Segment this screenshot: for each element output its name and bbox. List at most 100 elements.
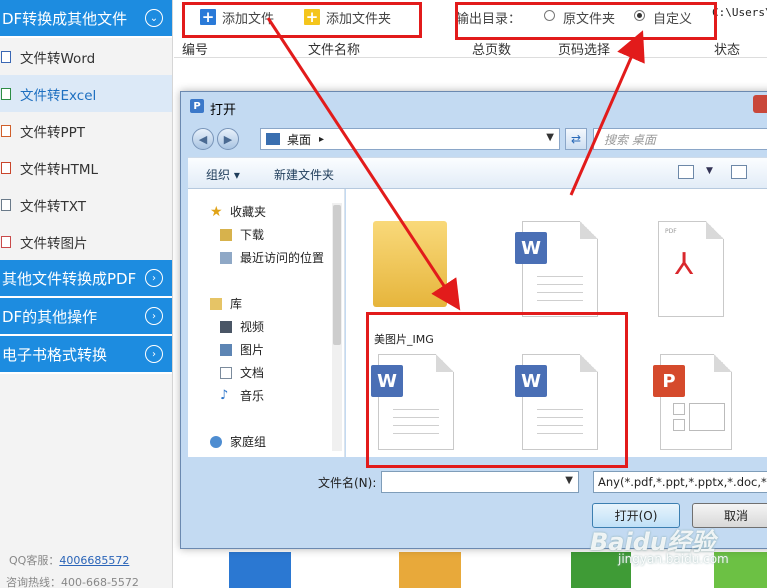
- search-input[interactable]: 搜索 桌面: [593, 128, 767, 150]
- app-icon: P: [190, 99, 204, 113]
- nav-libraries[interactable]: 库: [210, 295, 242, 312]
- homegroup-icon: [210, 435, 222, 448]
- chevron-down-icon[interactable]: ▼: [546, 132, 554, 143]
- nav-pictures[interactable]: 图片: [220, 341, 264, 358]
- add-folder-icon[interactable]: [399, 552, 461, 588]
- star-icon: ★: [210, 203, 223, 220]
- qq-label: QQ客服：: [9, 554, 60, 567]
- scrollbar-thumb[interactable]: [333, 205, 341, 345]
- chevron-down-icon: ⌄: [145, 9, 163, 27]
- nav-label: 收藏夹: [230, 205, 267, 219]
- download-folder-icon: [220, 228, 232, 241]
- nav-label: 音乐: [240, 389, 265, 403]
- filename-label: 文件名(N):: [318, 476, 377, 490]
- nav-recent[interactable]: 最近访问的位置: [220, 249, 324, 266]
- category-pdf-to-other[interactable]: DF转换成其他文件 ⌄: [0, 0, 172, 38]
- pdf-tag-icon: PDF: [665, 228, 677, 235]
- nav-label: 图片: [240, 343, 265, 357]
- nav-downloads[interactable]: 下载: [220, 226, 264, 243]
- acrobat-icon: ⅄: [675, 247, 694, 282]
- library-icon: [210, 297, 222, 310]
- ppt-badge-icon: P: [653, 365, 685, 397]
- sidebar-item-excel[interactable]: 文件转Excel: [0, 75, 172, 112]
- category-label: 其他文件转换成PDF: [2, 269, 137, 288]
- nav-music[interactable]: ♪ 音乐: [220, 387, 264, 404]
- annotation-box-output: [455, 2, 717, 40]
- close-button[interactable]: [753, 95, 767, 113]
- preview-pane-icon[interactable]: [731, 165, 747, 179]
- filename-input[interactable]: ▼: [381, 471, 579, 493]
- nav-documents[interactable]: 文档: [220, 364, 264, 381]
- column-header: 编号: [182, 43, 209, 58]
- nav-videos[interactable]: 视频: [220, 318, 264, 335]
- category-ebook[interactable]: 电子书格式转换 ›: [0, 336, 172, 374]
- address-field[interactable]: 桌面 ▸ ▼: [260, 128, 560, 150]
- nav-label: 家庭组: [230, 435, 267, 449]
- sidebar-item-ppt[interactable]: 文件转PPT: [0, 112, 172, 149]
- sidebar-item-label: 文件转HTML: [20, 161, 99, 178]
- sidebar-item-label: 文件转图片: [20, 235, 88, 252]
- category-label: DF转换成其他文件: [2, 9, 128, 28]
- view-options-icon[interactable]: [678, 165, 694, 179]
- qq-support: QQ客服：4006685572: [9, 552, 129, 568]
- sidebar-item-label: 文件转Word: [20, 50, 96, 67]
- sidebar-item-word[interactable]: 文件转Word: [0, 38, 172, 75]
- filetype-select[interactable]: Any(*.pdf,*.ppt,*.pptx,*.doc,*.: [593, 471, 767, 493]
- annotation-box-files: [366, 312, 628, 468]
- category-label: 电子书格式转换: [2, 345, 108, 364]
- column-header: 状态: [714, 43, 741, 58]
- category-label: DF的其他操作: [2, 307, 98, 326]
- music-icon: ♪: [220, 387, 229, 403]
- navigation-pane: ★ 收藏夹 下载 最近访问的位置 库 视频 图片 文档 ♪ 音乐 家庭组: [188, 189, 345, 457]
- chevron-right-icon: ›: [145, 269, 163, 287]
- chevron-right-icon: ›: [145, 345, 163, 363]
- output-path[interactable]: C:\Users\: [712, 6, 767, 19]
- watermark-url: jingyan.baidu.com: [618, 552, 729, 566]
- sidebar-item-label: 文件转PPT: [20, 124, 86, 141]
- category-other-to-pdf[interactable]: 其他文件转换成PDF ›: [0, 260, 172, 298]
- filename-row: 文件名(N): ▼ Any(*.pdf,*.ppt,*.pptx,*.doc,*…: [188, 470, 767, 493]
- folder-icon: [373, 221, 447, 307]
- chevron-down-icon[interactable]: ▼: [565, 475, 573, 486]
- nav-favorites[interactable]: ★ 收藏夹: [210, 203, 266, 220]
- command-bar: 组织 ▾ 新建文件夹 ▼: [188, 157, 767, 189]
- nav-label: 视频: [240, 320, 265, 334]
- organize-button[interactable]: 组织 ▾: [206, 166, 240, 183]
- forward-icon[interactable]: ▶: [217, 128, 239, 150]
- annotation-box-add: [182, 2, 422, 38]
- txt-file-icon: [1, 199, 11, 211]
- sidebar-item-image[interactable]: 文件转图片: [0, 223, 172, 260]
- refresh-icon[interactable]: ⇄: [565, 128, 587, 150]
- dialog-title: 打开: [210, 103, 237, 118]
- pdf-document-icon: PDF ⅄: [658, 221, 724, 317]
- address-bar: ◀ ▶ 桌面 ▸ ▼ ⇄ 搜索 桌面: [188, 126, 767, 152]
- nav-label: 文档: [240, 366, 265, 380]
- sidebar-item-label: 文件转Excel: [20, 87, 97, 104]
- image-file-icon: [1, 236, 11, 248]
- nav-label: 下载: [240, 228, 265, 242]
- recent-places-icon: [220, 251, 232, 264]
- nav-homegroup[interactable]: 家庭组: [210, 433, 266, 450]
- ppt-file-icon: [1, 125, 11, 137]
- word-badge-icon: W: [515, 232, 547, 264]
- word-file-icon: [1, 51, 11, 63]
- address-text: 桌面: [287, 132, 312, 147]
- word-document-icon: W: [515, 221, 598, 317]
- category-pdf-other-ops[interactable]: DF的其他操作 ›: [0, 298, 172, 336]
- back-icon[interactable]: ◀: [192, 128, 214, 150]
- html-file-icon: [1, 162, 11, 174]
- qq-link[interactable]: 4006685572: [59, 554, 129, 567]
- chevron-down-icon[interactable]: ▼: [706, 166, 713, 176]
- sidebar-item-txt[interactable]: 文件转TXT: [0, 186, 172, 223]
- hotline: 咨询热线：400-668-5572: [6, 576, 139, 588]
- nav-label: 最近访问的位置: [240, 251, 325, 265]
- chevron-right-icon: ›: [145, 307, 163, 325]
- sidebar-item-html[interactable]: 文件转HTML: [0, 149, 172, 186]
- column-header: 文件名称: [308, 43, 361, 58]
- add-document-icon[interactable]: [229, 552, 291, 588]
- new-folder-button[interactable]: 新建文件夹: [274, 166, 334, 183]
- ppt-document-icon: P: [653, 354, 732, 450]
- nav-scrollbar[interactable]: [332, 203, 342, 451]
- document-icon: [220, 366, 232, 379]
- column-header: 页码选择: [558, 43, 611, 58]
